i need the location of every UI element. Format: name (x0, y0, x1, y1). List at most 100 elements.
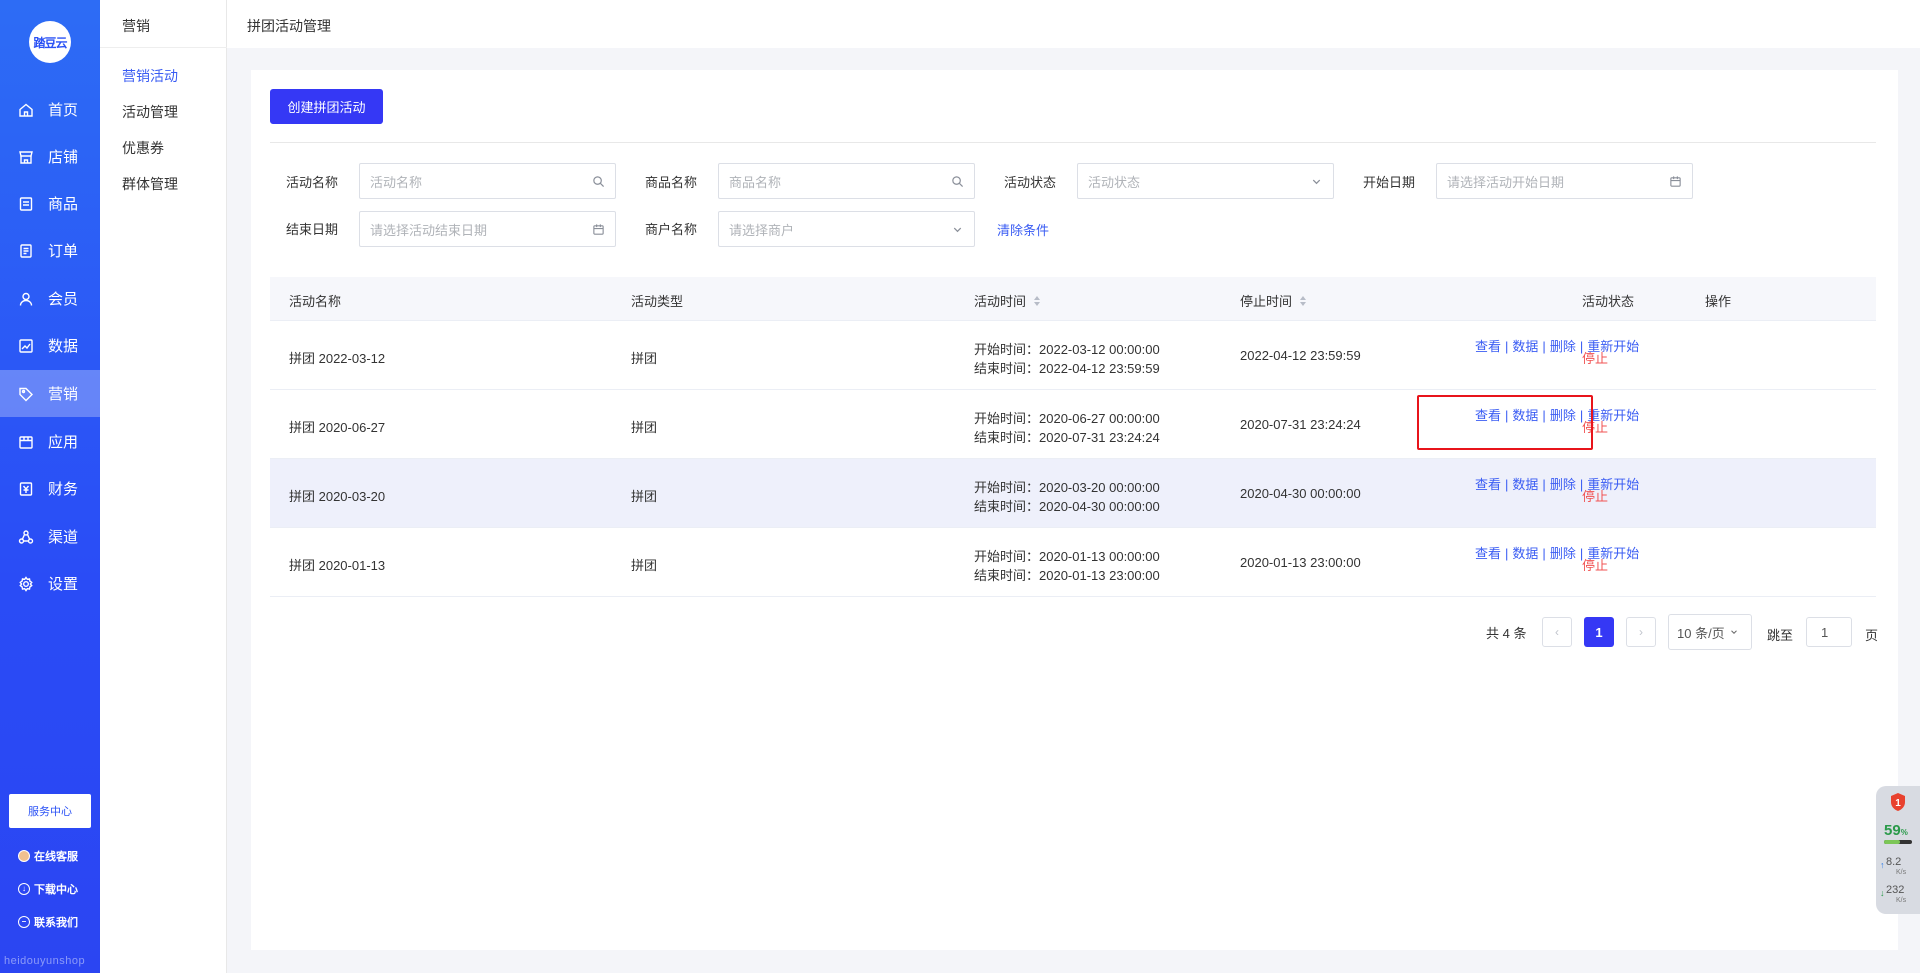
separator: | (1579, 477, 1584, 492)
delete-link[interactable]: 删除 (1550, 408, 1576, 423)
online-service-label: 在线客服 (34, 851, 78, 863)
nav-item-label: 首页 (48, 102, 79, 119)
separator: | (1505, 408, 1509, 423)
app-icon (19, 435, 33, 449)
service-center-button[interactable]: 服务中心 (9, 794, 91, 828)
brand-logo[interactable]: 踏豆云 (29, 21, 71, 63)
nav-item-data[interactable]: 数据 (0, 322, 100, 369)
tag-icon (19, 387, 33, 401)
stop-time-cell: 2020-07-31 23:24:24 (1240, 417, 1361, 432)
restart-link[interactable]: 重新开始 (1587, 408, 1639, 423)
divider (270, 142, 1876, 143)
nav-item-label: 设置 (48, 576, 79, 593)
separator: | (1579, 408, 1584, 423)
merchant-select[interactable]: 请选择商户 (718, 211, 975, 247)
chevron-down-icon (1312, 179, 1321, 184)
online-service-link[interactable]: 在线客服 (18, 848, 78, 864)
pagination-total: 共 4 条 (1486, 626, 1527, 641)
chevron-down-icon (1730, 630, 1737, 634)
subnav-item-marketing-activity[interactable]: 营销活动 (122, 66, 178, 86)
data-link[interactable]: 数据 (1512, 408, 1538, 423)
stop-time-cell: 2020-04-30 00:00:00 (1240, 486, 1361, 501)
view-link[interactable]: 查看 (1475, 477, 1501, 492)
cpu-usage: 59% (1884, 822, 1908, 839)
restart-link[interactable]: 重新开始 (1587, 477, 1639, 492)
data-link[interactable]: 数据 (1512, 477, 1538, 492)
top-bar: 拼团活动管理 (227, 0, 1920, 48)
start-time-cell: 开始时间：2022-03-12 00:00:00 (974, 342, 1160, 357)
nav-item-label: 营销 (48, 386, 79, 403)
column-header-activity-time[interactable]: 活动时间 (974, 291, 1041, 310)
column-header-label: 活动类型 (631, 294, 684, 309)
data-link[interactable]: 数据 (1512, 546, 1538, 561)
view-link[interactable]: 查看 (1475, 339, 1501, 354)
sort-icon[interactable] (1300, 295, 1307, 306)
page-title: 拼团活动管理 (247, 18, 331, 34)
finance-icon (19, 481, 33, 496)
create-group-buy-button[interactable]: 创建拼团活动 (270, 89, 383, 124)
end-time-cell: 结束时间：2022-04-12 23:59:59 (974, 361, 1160, 376)
start-date-picker[interactable]: 请选择活动开始日期 (1436, 163, 1693, 199)
data-link[interactable]: 数据 (1512, 339, 1538, 354)
jump-page-input[interactable]: 1 (1806, 617, 1852, 647)
end-time-cell: 结束时间：2020-07-31 23:24:24 (974, 430, 1160, 445)
activity-type-cell: 拼团 (631, 489, 658, 504)
activity-name-input[interactable]: 活动名称 (359, 163, 616, 199)
download-center-link[interactable]: ↓ 下载中心 (18, 881, 78, 897)
sort-icon[interactable] (1034, 295, 1041, 306)
download-icon: ↓ (18, 883, 30, 895)
nav-item-channel[interactable]: 渠道 (0, 513, 100, 560)
restart-link[interactable]: 重新开始 (1587, 339, 1639, 354)
nav-item-goods[interactable]: 商品 (0, 180, 100, 227)
system-monitor-widget[interactable]: 1 59% ↑ 8.2 K/s ↓ 232 K/s (1876, 786, 1920, 914)
column-header-name: 活动名称 (289, 291, 341, 310)
stop-time-cell: 2022-04-12 23:59:59 (1240, 348, 1361, 363)
column-header-label: 操作 (1705, 294, 1732, 309)
page-number-1[interactable]: 1 (1584, 617, 1614, 647)
goods-name-input[interactable]: 商品名称 (718, 163, 975, 199)
table-row: 拼团 2020-01-13 拼团 开始时间：2020-01-13 00:00:0… (270, 528, 1876, 597)
view-link[interactable]: 查看 (1475, 546, 1501, 561)
page-size-select[interactable]: 10 条/页 (1668, 614, 1752, 650)
row-actions: 查看 | 数据 | 删除 | 重新开始 (1475, 338, 1640, 356)
nav-item-app[interactable]: 应用 (0, 418, 100, 465)
cpu-value: 59 (1884, 822, 1901, 839)
chat-icon: – (18, 916, 30, 928)
subnav-item-activity-management[interactable]: 活动管理 (122, 102, 178, 122)
nav-item-home[interactable]: 首页 (0, 86, 100, 133)
separator: | (1579, 339, 1584, 354)
prev-page-button[interactable]: ‹ (1542, 617, 1572, 647)
nav-item-marketing[interactable]: 营销 (0, 370, 100, 417)
activity-name-cell: 拼团 2020-06-27 (289, 420, 386, 435)
nav-item-store[interactable]: 店铺 (0, 133, 100, 180)
contact-us-label: 联系我们 (34, 917, 78, 929)
column-header-stop-time[interactable]: 停止时间 (1240, 291, 1307, 310)
nav-item-settings[interactable]: 设置 (0, 560, 100, 607)
view-link[interactable]: 查看 (1475, 408, 1501, 423)
contact-us-link[interactable]: – 联系我们 (18, 914, 78, 930)
end-date-picker[interactable]: 请选择活动结束日期 (359, 211, 616, 247)
merchant-label: 商户名称 (645, 222, 698, 237)
activity-name-cell: 拼团 2022-03-12 (289, 351, 386, 366)
nav-item-member[interactable]: 会员 (0, 275, 100, 322)
download-speed-unit: K/s (1896, 897, 1907, 904)
clear-filters-link[interactable]: 清除条件 (997, 220, 1049, 239)
row-actions: 查看 | 数据 | 删除 | 重新开始 (1475, 407, 1640, 425)
table-row: 拼团 2020-06-27 拼团 开始时间：2020-06-27 00:00:0… (270, 390, 1876, 459)
subnav-item-coupon[interactable]: 优惠券 (122, 138, 164, 158)
nav-item-finance[interactable]: 财务 (0, 465, 100, 512)
delete-link[interactable]: 删除 (1550, 477, 1576, 492)
next-page-button[interactable]: › (1626, 617, 1656, 647)
delete-link[interactable]: 删除 (1550, 339, 1576, 354)
jump-label: 跳至 (1767, 628, 1794, 643)
column-header-label: 活动状态 (1582, 294, 1635, 309)
member-icon (19, 292, 33, 306)
download-arrow-icon: ↓ (1880, 888, 1885, 898)
delete-link[interactable]: 删除 (1550, 546, 1576, 561)
nav-item-order[interactable]: 订单 (0, 227, 100, 274)
nav-item-label: 商品 (48, 196, 79, 213)
subnav-item-group-management[interactable]: 群体管理 (122, 174, 178, 194)
nav-item-label: 数据 (48, 338, 79, 355)
status-select[interactable]: 活动状态 (1077, 163, 1334, 199)
restart-link[interactable]: 重新开始 (1587, 546, 1639, 561)
